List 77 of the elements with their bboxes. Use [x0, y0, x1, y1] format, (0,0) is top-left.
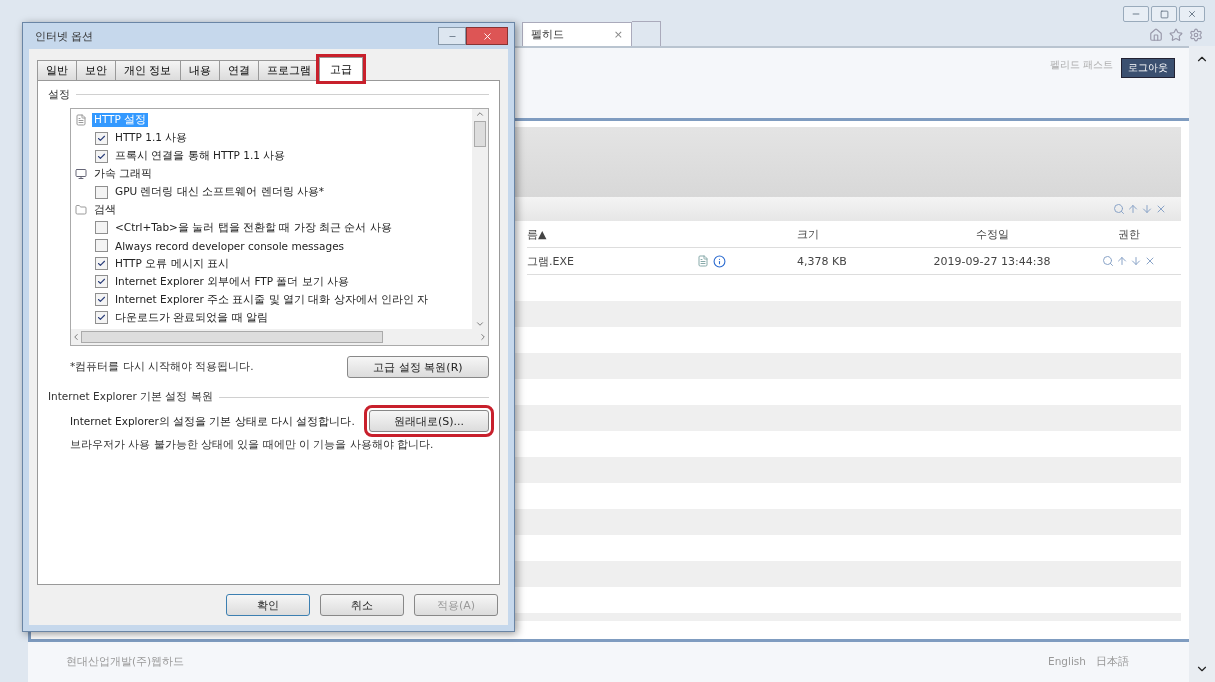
settings-icon[interactable] [1189, 28, 1203, 42]
group-label: Internet Explorer 기본 설정 복원 [48, 390, 213, 404]
column-header[interactable]: 름▲ [527, 221, 697, 248]
setting-label: GPU 렌더링 대신 소프트웨어 렌더링 사용* [114, 185, 326, 200]
group-label: 설정 [48, 87, 70, 102]
column-header: 권한 [1077, 221, 1181, 248]
setting-label: HTTP 오류 메시지 표시 [114, 256, 230, 271]
scroll-thumb[interactable] [81, 331, 383, 343]
close-button[interactable] [466, 27, 508, 45]
scroll-up-icon [475, 109, 485, 119]
dialog-tab[interactable]: 내용 [179, 60, 220, 81]
close-icon [1187, 9, 1197, 19]
setting-label: Internet Explorer 외부에서 FTP 폴더 보기 사용 [114, 274, 351, 289]
arrow-up-icon[interactable] [1127, 203, 1139, 215]
restore-advanced-button[interactable]: 고급 설정 복원(R) [347, 356, 489, 378]
checkbox[interactable] [95, 131, 108, 145]
dialog-button[interactable]: 취소 [320, 594, 404, 616]
search-icon[interactable] [1113, 203, 1125, 215]
close-button[interactable] [1179, 6, 1205, 22]
setting-label: 다운로드가 완료되었을 때 알림 [114, 310, 269, 325]
reset-description: Internet Explorer의 설정을 기본 상태로 다시 설정합니다. [70, 414, 355, 428]
dialog-tab[interactable]: 연결 [218, 60, 259, 81]
arrow-down-icon[interactable] [1130, 255, 1142, 267]
setting-label: 프록시 연결을 통해 HTTP 1.1 사용 [114, 149, 287, 164]
tab-close[interactable]: × [613, 28, 623, 41]
dialog-title: 인터넷 옵션 [35, 28, 94, 44]
maximize-icon [1159, 9, 1169, 19]
browser-tab[interactable]: 펠히드 × [522, 22, 632, 46]
monitor-icon [75, 168, 87, 181]
scroll-thumb[interactable] [474, 121, 486, 147]
setting-label: Internet Explorer 주소 표시줄 및 열기 대화 상자에서 인라인 자 [114, 292, 430, 307]
checkbox[interactable] [95, 239, 108, 253]
page-scrollbar[interactable] [1189, 46, 1215, 682]
info-icon[interactable] [713, 254, 726, 268]
settings-list[interactable] [70, 108, 489, 346]
settings-category[interactable]: 검색 [92, 203, 118, 218]
help-button[interactable] [438, 27, 466, 45]
search-icon[interactable] [1102, 255, 1114, 267]
logout-button[interactable]: 로그아웃 [1121, 58, 1175, 78]
home-icon[interactable] [1149, 28, 1163, 42]
checkbox[interactable] [95, 185, 108, 199]
dialog-tab[interactable]: 개인 정보 [115, 60, 181, 81]
checkbox[interactable] [95, 257, 108, 271]
star-icon[interactable] [1169, 28, 1183, 42]
checkbox[interactable] [95, 221, 108, 235]
folder-icon [75, 204, 87, 217]
restart-note: *컴퓨터를 다시 시작해야 적용됩니다. [70, 360, 254, 374]
arrow-down-icon[interactable] [1141, 203, 1153, 215]
dialog-tab[interactable]: 일반 [37, 60, 77, 81]
column-header[interactable]: 수정일 [907, 221, 1077, 248]
page-icon [75, 114, 87, 127]
close-icon[interactable] [1144, 255, 1156, 267]
setting-label: Always record developer console messages [114, 239, 346, 252]
settings-category[interactable]: 가속 그래픽 [92, 167, 155, 182]
dialog-tab[interactable]: 보안 [76, 60, 116, 81]
checkbox[interactable] [95, 311, 108, 325]
setting-label: <Ctrl+Tab>을 눌러 탭을 전환할 때 가장 최근 순서 사용 [114, 221, 393, 235]
minimize-button[interactable] [1123, 6, 1149, 22]
scroll-left-icon [71, 332, 81, 342]
horizontal-scrollbar[interactable] [71, 329, 488, 345]
column-header[interactable]: 크기 [797, 221, 907, 248]
checkbox[interactable] [95, 293, 108, 307]
checkbox[interactable] [95, 275, 108, 289]
reset-warning: 브라우저가 사용 불가능한 상태에 있을 때에만 이 기능을 사용해야 합니다. [70, 438, 434, 452]
close-icon[interactable] [1155, 203, 1167, 215]
file-icon[interactable] [697, 255, 709, 267]
scroll-right-icon [478, 332, 488, 342]
maximize-button[interactable] [1151, 6, 1177, 22]
arrow-up-icon[interactable] [1116, 255, 1128, 267]
scroll-down-icon [475, 319, 485, 329]
close-icon [481, 30, 493, 42]
company-name: 현대산업개발(주)웹하드 [66, 655, 185, 669]
vertical-scrollbar[interactable] [472, 109, 488, 329]
dialog-tab[interactable]: 고급 [318, 57, 363, 81]
checkbox[interactable] [95, 149, 108, 163]
dialog-button[interactable]: 확인 [226, 594, 310, 616]
setting-label: HTTP 1.1 사용 [114, 131, 189, 146]
